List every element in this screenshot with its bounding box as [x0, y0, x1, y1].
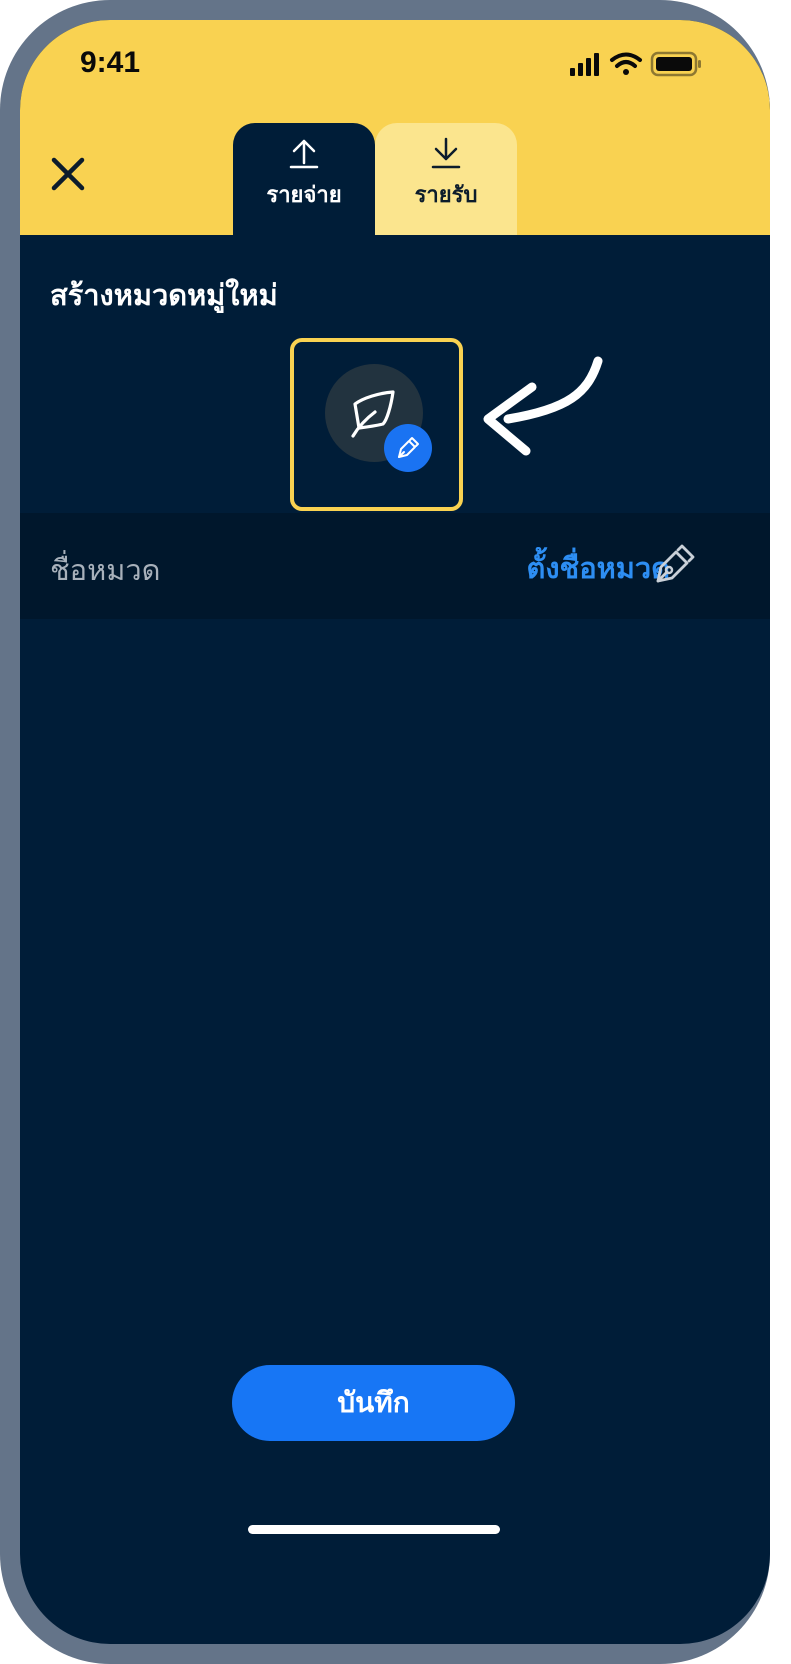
category-name-label: ชื่อหมวด	[50, 553, 161, 587]
pointer-arrow-icon	[483, 356, 603, 456]
close-icon	[51, 157, 85, 191]
edit-badge[interactable]	[384, 424, 432, 472]
device-frame: 9:41 รายจ่าย รายรับ สร้างหมวดหมู่ใหม่ ชื…	[0, 0, 770, 1664]
page-title: สร้างหมวดหมู่ใหม่	[50, 278, 278, 312]
save-button[interactable]: บันทึก	[232, 1365, 515, 1441]
category-name-input[interactable]: ตั้งชื่อหมวด	[527, 545, 670, 591]
app-screen: 9:41 รายจ่าย รายรับ สร้างหมวดหมู่ใหม่ ชื…	[20, 20, 770, 1644]
tab-expense[interactable]: รายจ่าย	[233, 123, 375, 235]
tab-expense-label: รายจ่าย	[266, 183, 342, 208]
header: 9:41 รายจ่าย รายรับ	[20, 20, 770, 235]
tab-income[interactable]: รายรับ	[375, 123, 517, 235]
cellular-signal-icon	[570, 53, 599, 76]
status-time: 9:41	[80, 46, 141, 79]
tab-income-label: รายรับ	[414, 183, 478, 208]
category-icon-picker[interactable]	[290, 338, 463, 511]
download-icon	[431, 137, 461, 169]
category-name-row[interactable]: ชื่อหมวด ตั้งชื่อหมวด	[20, 513, 770, 619]
close-button[interactable]	[42, 148, 94, 200]
pen-icon[interactable]	[652, 543, 696, 587]
battery-icon	[650, 51, 701, 77]
pen-icon	[398, 437, 419, 458]
home-indicator[interactable]	[248, 1525, 500, 1534]
wifi-icon	[610, 52, 642, 75]
upload-icon	[289, 139, 319, 169]
status-icons	[570, 51, 701, 77]
